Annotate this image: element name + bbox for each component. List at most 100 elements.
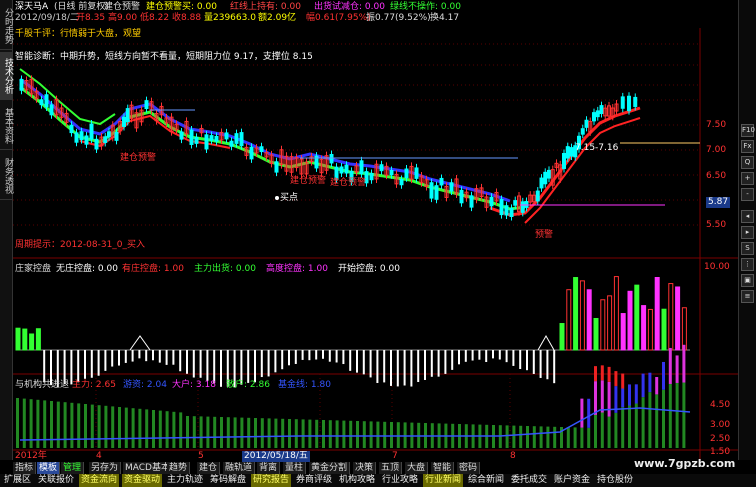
candle bbox=[414, 167, 419, 179]
indicator-tab[interactable]: 智能 bbox=[431, 462, 455, 474]
indicator-tab[interactable]: 黄金分割 bbox=[309, 462, 351, 474]
indicator-tab[interactable]: 指标 bbox=[13, 462, 37, 474]
extension-tab[interactable]: 券商评级 bbox=[294, 474, 334, 487]
volume-bar bbox=[145, 409, 149, 448]
extension-tab[interactable]: 综合新闻 bbox=[466, 474, 506, 487]
extension-tab[interactable]: 持仓股份 bbox=[595, 474, 635, 487]
volume-bar bbox=[240, 417, 244, 448]
volume-bar bbox=[206, 416, 210, 448]
tab-financials[interactable]: 财务透视 bbox=[0, 152, 13, 200]
control-bar bbox=[390, 350, 392, 386]
toolbar-button[interactable]: Fx bbox=[741, 140, 754, 153]
sub1-title[interactable]: 庄家控盘 bbox=[15, 264, 51, 275]
volume-bar bbox=[362, 421, 366, 448]
candle bbox=[535, 190, 540, 202]
toolbar-button[interactable]: + bbox=[741, 172, 754, 185]
extension-tab[interactable]: 关联报价 bbox=[36, 474, 76, 487]
volume-bar bbox=[50, 401, 53, 448]
volume-bar bbox=[675, 355, 679, 383]
indicator-tab[interactable]: 大盘 bbox=[405, 462, 429, 474]
extension-tab[interactable]: 资金流向 bbox=[79, 474, 120, 487]
control-bar bbox=[63, 350, 66, 385]
indicator-tab[interactable]: 融轨道 bbox=[223, 462, 256, 474]
extension-tab[interactable]: 扩展区 bbox=[2, 474, 33, 487]
volume-bar bbox=[308, 419, 312, 448]
candle bbox=[39, 99, 44, 106]
date-tick: 2012年 bbox=[15, 451, 47, 461]
indicator-tab[interactable]: 另存为 bbox=[89, 462, 122, 474]
tab-technical[interactable]: 技术分析 bbox=[0, 52, 13, 100]
warn-label: 预警 bbox=[535, 230, 554, 240]
candle bbox=[562, 152, 566, 169]
watermark: www.7gpzb.com bbox=[634, 457, 736, 470]
volume-bar bbox=[328, 420, 332, 448]
smart-diagnosis: 智能诊断：中期升势，短线方向暂不看量，短期阻力位 9.17，支撑位 8.15 bbox=[15, 52, 313, 62]
control-bar bbox=[437, 350, 440, 377]
toolbar-button[interactable]: ▸ bbox=[741, 226, 754, 239]
control-bar bbox=[376, 350, 379, 384]
extension-tab[interactable]: 行业攻略 bbox=[380, 474, 420, 487]
tab-fundamentals[interactable]: 基本资料 bbox=[0, 102, 13, 150]
candle bbox=[627, 95, 631, 112]
sub1-main-out: 主力出货: 0.00 bbox=[194, 264, 256, 274]
toolbar-button[interactable]: Q bbox=[741, 156, 754, 169]
volume-bar bbox=[294, 419, 298, 448]
volume-bar bbox=[247, 417, 251, 448]
candle bbox=[439, 177, 444, 186]
indicator-tab[interactable]: 量柱 bbox=[283, 462, 307, 474]
extension-tab[interactable]: 主力轨迹 bbox=[165, 474, 205, 487]
control-bar bbox=[620, 313, 626, 351]
indicator-tab[interactable]: 管理 bbox=[61, 462, 85, 474]
volume-bar bbox=[526, 426, 529, 448]
extension-tab[interactable]: 委托成交 bbox=[509, 474, 549, 487]
volume-bar bbox=[553, 426, 557, 448]
sub2-title[interactable]: 与机构共进退 bbox=[15, 380, 69, 391]
warn-label: 建仓预警 bbox=[330, 178, 367, 188]
extension-tab[interactable]: 账户资金 bbox=[552, 474, 592, 487]
control-bar bbox=[192, 350, 195, 378]
current-price-tag: 5.87 bbox=[706, 197, 731, 208]
volume-bar bbox=[335, 420, 339, 448]
toolbar-button[interactable]: ◂ bbox=[741, 210, 754, 223]
extension-tab[interactable]: 研究报告 bbox=[251, 474, 292, 487]
control-bar bbox=[29, 333, 35, 351]
toolbar-button[interactable]: ≡ bbox=[741, 290, 754, 303]
indicator-tab[interactable]: 五顶 bbox=[379, 462, 403, 474]
volume-bar bbox=[648, 392, 652, 448]
price-tick: 5.50 bbox=[706, 220, 727, 230]
sub2-axis-tick: 2.50 bbox=[710, 434, 731, 444]
indicator-tab[interactable]: MACD基本 bbox=[123, 462, 173, 474]
toolbar-button[interactable]: - bbox=[741, 188, 754, 201]
control-bar bbox=[247, 350, 250, 383]
control-bar bbox=[131, 350, 134, 362]
toolbar-button[interactable]: ▣ bbox=[741, 274, 754, 287]
candle bbox=[399, 178, 404, 186]
warn-label: 建仓预警 bbox=[290, 176, 327, 186]
date-cursor: 2012/05/18/五 bbox=[242, 451, 310, 462]
volume-bar bbox=[519, 425, 523, 448]
toolbar-button[interactable]: ⋮ bbox=[741, 258, 754, 271]
signal-triangle bbox=[129, 335, 151, 351]
candle bbox=[122, 116, 126, 127]
extension-tab[interactable]: 行业新闻 bbox=[423, 474, 464, 487]
period-label[interactable]: (日线 前复权) bbox=[54, 2, 109, 13]
extension-tab[interactable]: 机构攻略 bbox=[337, 474, 377, 487]
indicator-tab[interactable]: 建仓 bbox=[197, 462, 221, 474]
volume-bar bbox=[641, 397, 645, 448]
indicator-tab[interactable]: 决策 bbox=[353, 462, 377, 474]
indicator-tab[interactable]: 模板 bbox=[37, 462, 61, 474]
extension-tab[interactable]: 筹码解盘 bbox=[208, 474, 248, 487]
extension-tab[interactable]: 资金驱动 bbox=[122, 474, 163, 487]
indicator-tab[interactable]: 背离 bbox=[257, 462, 281, 474]
volume-bar bbox=[301, 419, 305, 448]
volume-bar bbox=[179, 412, 183, 448]
candle bbox=[620, 96, 625, 109]
volume-bar bbox=[90, 404, 94, 448]
volume-bar bbox=[138, 408, 142, 448]
indicator-tab[interactable]: 密码 bbox=[457, 462, 481, 474]
toolbar-button[interactable]: F10 bbox=[741, 124, 755, 137]
volume-bar bbox=[97, 405, 101, 448]
toolbar-button[interactable]: S bbox=[741, 242, 754, 255]
tab-intraday[interactable]: 分时走势 bbox=[0, 2, 13, 50]
indicator-tab[interactable]: 趋势 bbox=[167, 462, 191, 474]
